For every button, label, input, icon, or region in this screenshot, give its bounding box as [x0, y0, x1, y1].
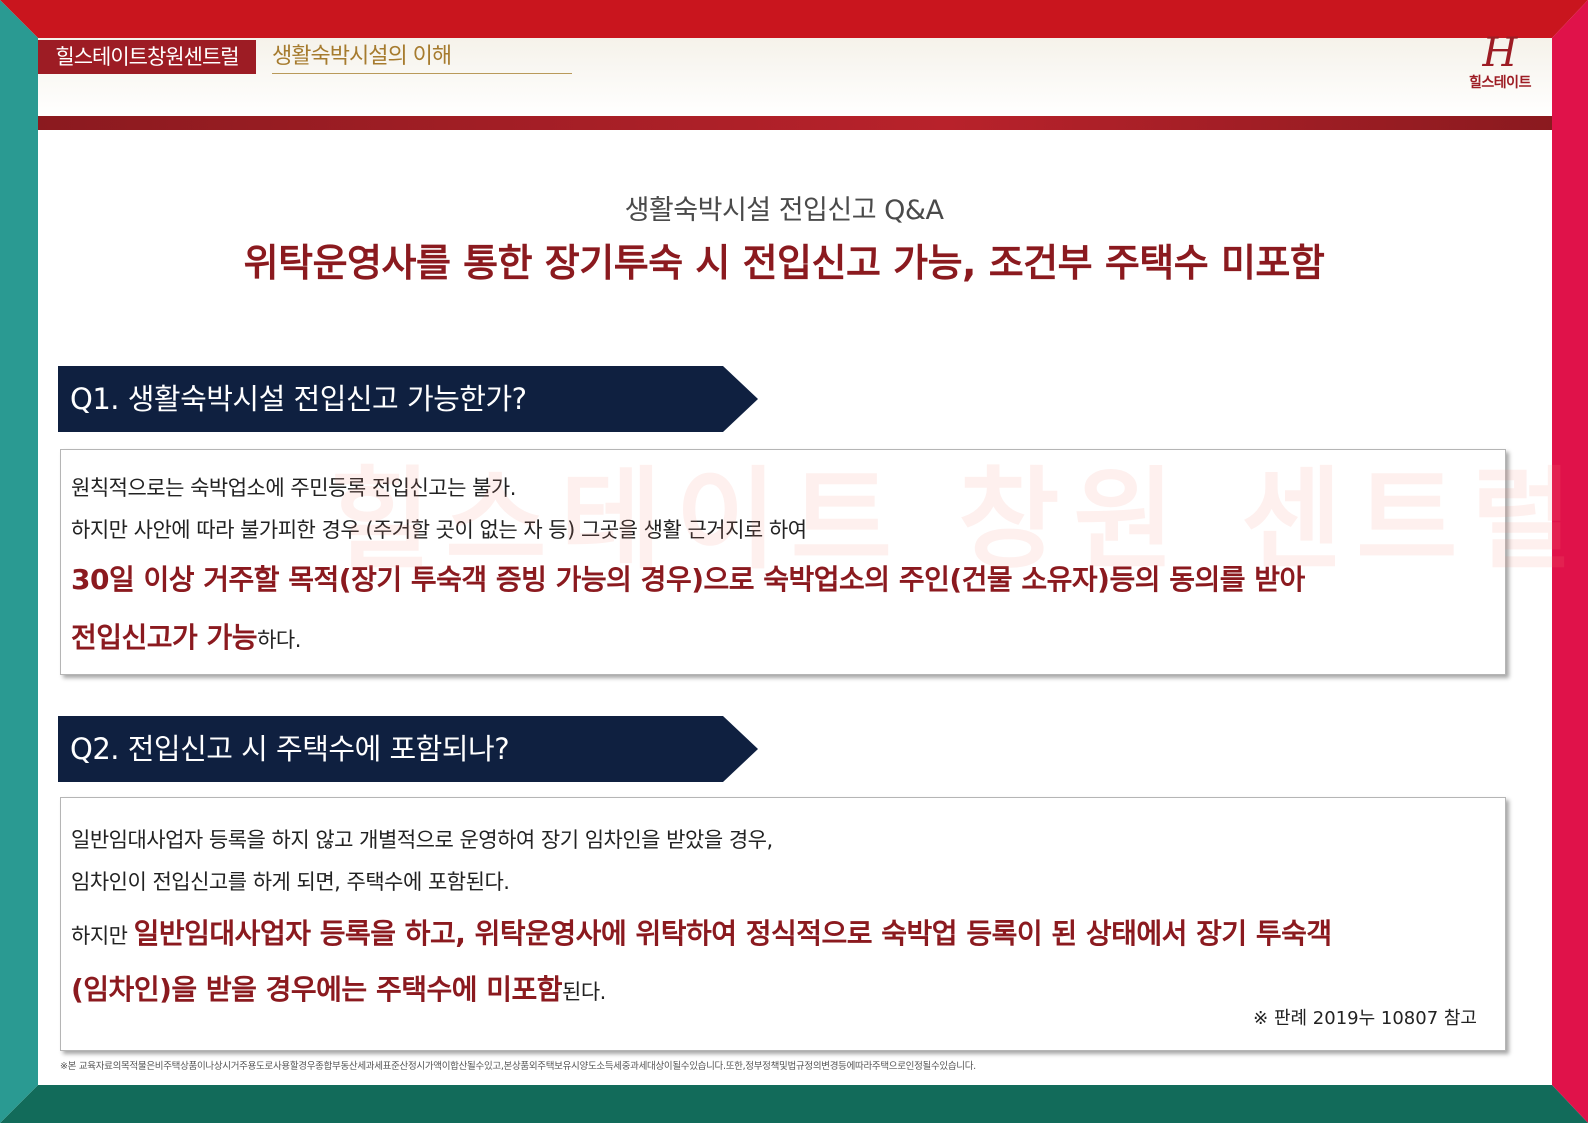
page-subtitle: 생활숙박시설 전입신고 Q&A [624, 195, 944, 226]
logo-text: 힐스테이트 [1469, 75, 1531, 91]
q1-answer-box: 원칙적으로는 숙박업소에 주민등록 전입신고는 불가. 하지만 사안에 따라 불… [60, 449, 1506, 675]
q2-highlight-2: (임차인)을 받을 경우에는 주택수에 미포함 [71, 973, 563, 1006]
q1-line-2: 하지만 사안에 따라 불가피한 경우 (주거할 곳이 없는 자 등) 그곳을 생… [71, 518, 807, 542]
q2-banner: Q2. 전입신고 시 주택수에 포함되나? [58, 716, 758, 782]
q1-line-4: 전입신고가 가능하다. [71, 616, 301, 656]
logo-mark: H [1482, 30, 1518, 76]
q1-line-4-tail: 하다. [257, 628, 301, 652]
q2-question: Q2. 전입신고 시 주택수에 포함되나? [70, 732, 510, 766]
section-title: 생활숙박시설의 이해 [272, 40, 572, 74]
q1-question: Q1. 생활숙박시설 전입신고 가능한가? [70, 382, 527, 416]
q2-answer-box: 일반임대사업자 등록을 하지 않고 개별적으로 운영하여 장기 임차인을 받았을… [60, 797, 1506, 1051]
q1-banner: Q1. 생활숙박시설 전입신고 가능한가? [58, 366, 758, 432]
footnote: ※본 교육자료의목적물은비주택상품이나상시거주용도로사용할경우종합부동산세과세표… [60, 1061, 976, 1072]
q1-highlight-2: 전입신고가 가능 [71, 621, 258, 654]
q2-line-4-tail: 된다. [562, 980, 606, 1004]
case-reference: ※ 판례 2019누 10807 참고 [1253, 1008, 1477, 1029]
brand-tab: 힐스테이트창원센트럴 [38, 40, 256, 74]
q2-line-1: 일반임대사업자 등록을 하지 않고 개별적으로 운영하여 장기 임차인을 받았을… [71, 828, 773, 852]
brand-logo: H 힐스테이트 [1460, 30, 1540, 92]
header-stripe [38, 116, 1552, 130]
page-title: 위탁운영사를 통한 장기투숙 시 전입신고 가능, 조건부 주택수 미포함 [243, 241, 1325, 285]
q1-line-1: 원칙적으로는 숙박업소에 주민등록 전입신고는 불가. [71, 476, 516, 500]
q2-line-3: 하지만 일반임대사업자 등록을 하고, 위탁운영사에 위탁하여 정식적으로 숙박… [71, 912, 1332, 952]
header-band [38, 38, 1552, 116]
q2-line-2: 임차인이 전입신고를 하게 되면, 주택수에 포함된다. [71, 870, 510, 894]
q1-highlight-1: 30일 이상 거주할 목적(장기 투숙객 증빙 가능의 경우)으로 숙박업소의 … [71, 563, 1305, 596]
q2-line-4: (임차인)을 받을 경우에는 주택수에 미포함된다. [71, 968, 606, 1008]
q2-highlight-1: 일반임대사업자 등록을 하고, 위탁운영사에 위탁하여 정식적으로 숙박업 등록… [133, 917, 1333, 950]
q2-line-3-pre: 하지만 [71, 924, 134, 948]
